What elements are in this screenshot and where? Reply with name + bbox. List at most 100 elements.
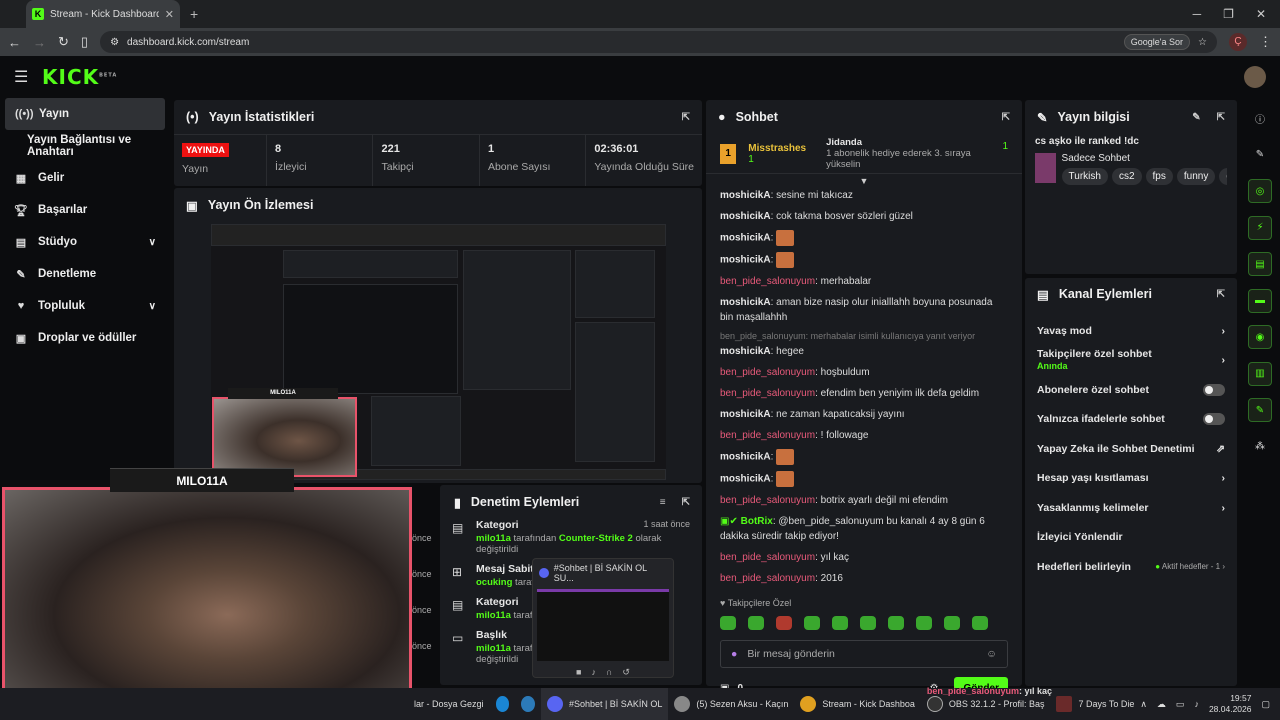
sidebar-toggle-icon[interactable]: ▯ [81,34,88,50]
emote-bar[interactable] [706,616,1022,630]
chat-username[interactable]: ben_pide_salonuyum [720,495,815,506]
target-icon[interactable]: ◎ [1248,179,1272,203]
chat-username[interactable]: ben_pide_salonuyum [720,276,815,287]
list-icon[interactable]: ▤ [1248,252,1272,276]
emote[interactable] [720,616,736,630]
close-tab-icon[interactable]: ✕ [165,8,174,21]
reload-icon[interactable]: ↻ [58,34,69,50]
chat-username[interactable]: ben_pide_salonuyum [720,573,815,584]
emote[interactable] [748,616,764,630]
emote[interactable] [804,616,820,630]
collapse-icon[interactable]: ▼ [706,176,1022,186]
action-followers-only[interactable]: Takipçilere özel sohbet Anında › [1025,346,1237,376]
popout-icon[interactable]: ⇱ [1002,112,1010,123]
popout-icon[interactable]: ⇱ [682,497,690,508]
toggle-switch[interactable] [1203,413,1225,426]
sidebar-item-yayin[interactable]: ((•)) Yayın [5,98,165,130]
user-avatar[interactable] [1244,66,1266,88]
clock[interactable]: 19:57 28.04.2026 [1209,693,1252,715]
chat-username[interactable]: ben_pide_salonuyum [720,367,815,378]
back-icon[interactable]: ← [8,35,21,50]
edit-icon[interactable]: ✎ [1248,143,1272,167]
tag[interactable]: g [1219,168,1227,185]
action-raid[interactable]: İzleyici Yönlendir [1025,523,1237,553]
headset-icon[interactable]: ∩ [606,667,612,678]
broadcast-icon[interactable]: ◉ [1248,325,1272,349]
action-goals[interactable]: Hedefleri belirleyin ● Aktif hedefler - 1… [1025,552,1237,582]
emoji-icon[interactable]: ☺ [986,648,997,660]
kick-logo[interactable]: KICKBETA [42,65,117,89]
new-tab-icon[interactable]: + [190,6,198,22]
tag[interactable]: Turkish [1061,168,1108,185]
wrench-icon[interactable]: ✎ [1248,398,1272,422]
popout-icon[interactable]: ⇱ [682,112,690,123]
url-field[interactable]: ⚙ dashboard.kick.com/stream Google'a Sor… [100,31,1217,53]
emote[interactable] [972,616,988,630]
network-icon[interactable]: ▭ [1176,699,1185,710]
notification-icon[interactable]: ▢ [1261,699,1270,710]
tag[interactable]: funny [1176,168,1216,185]
share-icon[interactable]: ⁂ [1248,435,1272,459]
chat-username[interactable]: moshicikA [720,233,771,244]
action-account-age[interactable]: Hesap yaşı kısıtlaması › [1025,464,1237,494]
chat-username[interactable]: moshicikA [720,452,771,463]
settings-icon[interactable] [521,696,535,712]
sidebar-item-studyo[interactable]: ▤ Stüdyo ∨ [0,226,170,258]
emote[interactable] [860,616,876,630]
google-ask-button[interactable]: Google'a Sor [1123,34,1191,50]
emote[interactable] [832,616,848,630]
chat-username[interactable]: moshicikA [720,346,771,357]
taskbar-item-music[interactable]: (5) Sezen Aksu - Kaçın [668,688,794,720]
panel-icon[interactable]: ▥ [1248,361,1272,386]
sidebar-item-stream-key[interactable]: Yayın Bağlantısı ve Anahtarı [0,130,170,162]
chat-username[interactable]: ben_pide_salonuyum [720,430,815,441]
chat-username[interactable]: ben_pide_salonuyum [720,388,815,399]
action-banned-words[interactable]: Yasaklanmış kelimeler › [1025,493,1237,523]
emote[interactable] [944,616,960,630]
hamburger-menu-icon[interactable]: ☰ [14,67,40,87]
action-ai-moderation[interactable]: Yapay Zeka ile Sohbet Denetimi ⇗ [1025,434,1237,464]
browser-menu-icon[interactable]: ⋮ [1259,34,1272,50]
sidebar-item-basarilar[interactable]: 🏆︎ Başarılar [0,194,170,226]
emote[interactable] [776,616,792,630]
volume-icon[interactable]: ♪ [1194,699,1199,709]
chat-username[interactable]: BotRix [741,516,773,527]
taskbar-item-discord[interactable]: #Sohbet | Bİ SAKİN OL [540,688,669,720]
close-window-icon[interactable]: ✕ [1256,7,1266,21]
edge-icon[interactable] [495,696,510,712]
chat-icon[interactable]: ▬ [1248,288,1272,313]
action-slow-mode[interactable]: Yavaş mod › [1025,316,1237,346]
profile-avatar[interactable]: Ç [1229,33,1247,51]
action-subs-only[interactable]: Abonelere özel sohbet [1025,375,1237,405]
chat-username[interactable]: moshicikA [720,297,771,308]
toggle-switch[interactable] [1203,383,1225,396]
cloud-icon[interactable]: ☁ [1157,699,1166,710]
bolt-icon[interactable]: ⚡︎ [1248,215,1272,240]
browser-tab[interactable]: K Stream - Kick Dashboard ✕ [26,0,180,28]
bookmark-star-icon[interactable]: ☆ [1198,37,1207,48]
chat-username[interactable]: moshicikA [720,474,771,485]
mic-icon[interactable]: ● [731,648,737,660]
tag[interactable]: fps [1145,168,1173,185]
emote[interactable] [916,616,932,630]
sidebar-item-denetleme[interactable]: ✎ Denetleme [0,258,170,290]
emote[interactable] [888,616,904,630]
action-emote-only[interactable]: Yalnızca ifadelerle sohbet [1025,405,1237,435]
sidebar-item-droplar[interactable]: ▣ Droplar ve ödüller [0,322,170,354]
taskbar-item-game[interactable]: 7 Days To Die [1050,688,1140,720]
sidebar-item-gelir[interactable]: ▦ Gelir [0,162,170,194]
hangup-icon[interactable]: ↺ [622,667,630,678]
taskbar-item-chrome[interactable]: Stream - Kick Dashboa [794,688,921,720]
mic-icon[interactable]: ♪ [591,667,596,678]
minimize-icon[interactable]: ─ [1193,7,1202,21]
info-icon[interactable]: ⓘ [1248,106,1272,130]
tray-chevron-icon[interactable]: ∧ [1140,699,1147,710]
site-info-icon[interactable]: ⚙ [110,37,119,48]
edit-icon[interactable]: ✎ [1192,112,1200,123]
chat-username[interactable]: moshicikA [720,211,771,222]
filter-icon[interactable]: ≡ [660,497,666,508]
popout-icon[interactable]: ⇱ [1217,112,1225,123]
popout-icon[interactable]: ⇱ [1217,289,1225,300]
taskbar-item-explorer[interactable]: lar - Dosya Gezgi [408,688,490,720]
tag[interactable]: cs2 [1111,168,1142,185]
